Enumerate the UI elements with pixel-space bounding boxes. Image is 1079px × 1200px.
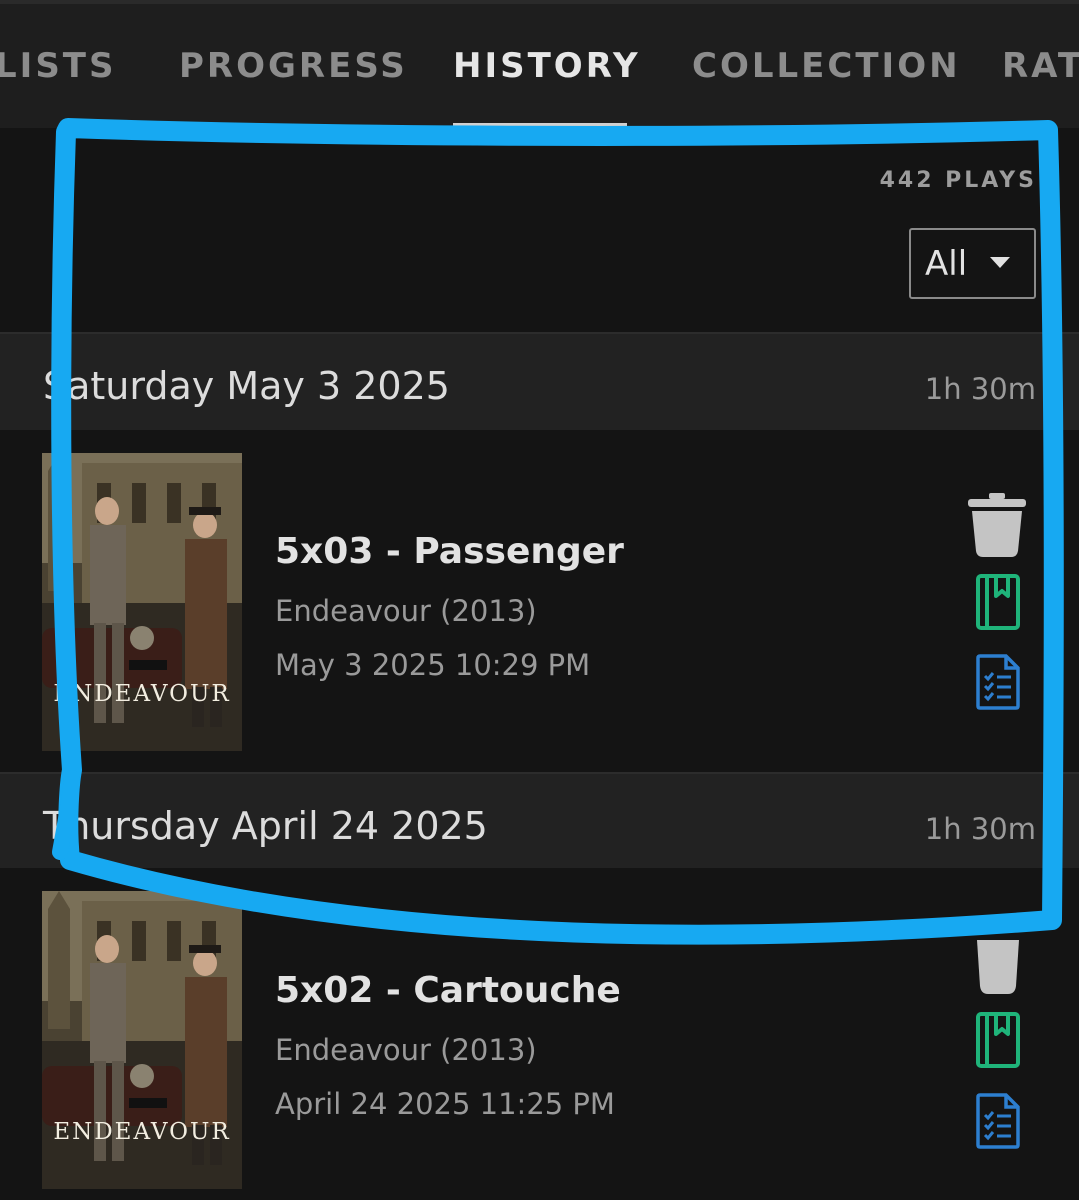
history-toolbar: 442 PLAYS All [0, 128, 1079, 332]
tab-bar: LISTS PROGRESS HISTORY COLLECTION RAT [0, 4, 1079, 128]
show-title[interactable]: Endeavour (2013) [275, 594, 537, 628]
trash-icon[interactable] [968, 493, 1026, 557]
poster-title-text: ENDEAVOUR [53, 681, 231, 707]
group-date: Saturday May 3 2025 [43, 364, 450, 408]
watched-at: April 24 2025 11:25 PM [275, 1087, 615, 1121]
show-poster[interactable]: ENDEAVOUR [42, 453, 242, 751]
checklist-document-icon[interactable] [976, 654, 1020, 710]
group-date: Thursday April 24 2025 [43, 804, 488, 848]
history-item[interactable]: ENDEAVOUR 5x02 - Cartouche Endeavour (20… [0, 868, 1079, 1200]
watched-at: May 3 2025 10:29 PM [275, 648, 591, 682]
trash-icon[interactable] [975, 940, 1021, 994]
episode-title[interactable]: 5x03 - Passenger [275, 531, 624, 572]
filter-selected-value: All [925, 243, 968, 284]
history-filter-select[interactable]: All [909, 228, 1036, 299]
poster-title-text: ENDEAVOUR [53, 1119, 231, 1145]
show-title[interactable]: Endeavour (2013) [275, 1033, 537, 1067]
tab-collection[interactable]: COLLECTION [692, 46, 961, 86]
tab-progress[interactable]: PROGRESS [179, 46, 408, 86]
tab-history[interactable]: HISTORY [453, 46, 641, 86]
dropdown-caret-icon [990, 257, 1010, 268]
bookmark-book-icon[interactable] [976, 1012, 1020, 1068]
checklist-document-icon[interactable] [976, 1093, 1020, 1149]
episode-title[interactable]: 5x02 - Cartouche [275, 970, 621, 1011]
plays-count: 442 PLAYS [879, 168, 1037, 193]
date-group-header: Saturday May 3 2025 1h 30m [0, 332, 1079, 430]
group-duration: 1h 30m [924, 812, 1036, 846]
tab-lists[interactable]: LISTS [0, 46, 116, 86]
show-poster[interactable]: ENDEAVOUR [42, 891, 242, 1189]
history-item[interactable]: ENDEAVOUR 5x03 - Passenger Endeavour (20… [0, 431, 1079, 772]
tab-ratings[interactable]: RAT [1002, 46, 1079, 86]
bookmark-book-icon[interactable] [976, 574, 1020, 630]
group-duration: 1h 30m [924, 372, 1036, 406]
date-group-header: Thursday April 24 2025 1h 30m [0, 772, 1079, 868]
